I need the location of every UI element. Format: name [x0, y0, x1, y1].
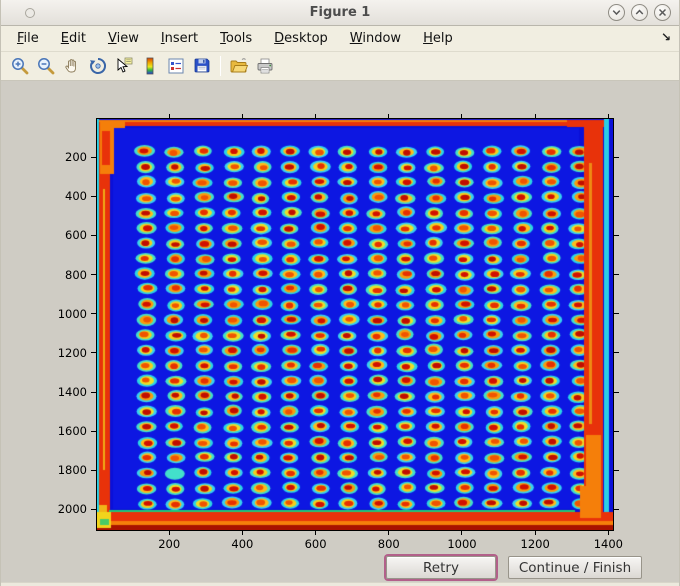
chevron-down-icon: [612, 10, 621, 16]
menu-window[interactable]: Window: [342, 28, 409, 49]
tick-mark: [91, 195, 96, 197]
save-floppy-icon: [194, 58, 210, 73]
tick-mark: [534, 531, 536, 535]
tick-label: 200: [158, 537, 181, 551]
pan-button[interactable]: [59, 54, 85, 78]
tick-label: 200: [65, 150, 87, 165]
tick-label: 800: [65, 267, 87, 282]
tick-mark: [91, 352, 96, 354]
tick-label: 600: [304, 537, 327, 551]
close-icon: [658, 8, 667, 17]
menu-help[interactable]: Help: [415, 28, 461, 49]
zoom-in-icon: [12, 58, 29, 75]
tick-mark: [168, 531, 170, 535]
data-cursor-button[interactable]: [111, 54, 137, 78]
tick-mark: [534, 114, 536, 118]
rotate-3d-button[interactable]: [85, 54, 111, 78]
tick-mark: [614, 313, 619, 315]
image-plot[interactable]: [96, 118, 614, 531]
tick-mark: [91, 156, 96, 158]
tick-label: 1000: [57, 306, 87, 321]
menu-insert[interactable]: Insert: [153, 28, 206, 49]
printer-icon: [257, 58, 273, 74]
tick-label: 1400: [57, 385, 87, 400]
tick-mark: [614, 469, 619, 471]
tick-mark: [91, 274, 96, 276]
tick-mark: [388, 531, 390, 535]
menu-view[interactable]: View: [100, 28, 147, 49]
tick-mark: [168, 114, 170, 118]
tick-mark: [614, 195, 619, 197]
save-figure-button[interactable]: [189, 54, 215, 78]
tick-mark: [315, 531, 317, 535]
tick-label: 1800: [57, 463, 87, 478]
legend-icon: [168, 58, 184, 74]
figure-canvas-area: 200 400 600 800 1000 1200 1400 200 400 600 800 1000…: [1, 81, 679, 582]
tick-label: 400: [231, 537, 254, 551]
insert-colorbar-button[interactable]: [137, 54, 163, 78]
rotate-3d-icon: [90, 57, 107, 74]
tick-mark: [241, 114, 243, 118]
menu-tools[interactable]: Tools: [212, 28, 260, 49]
zoom-in-button[interactable]: [7, 54, 33, 78]
heatmap-image[interactable]: [97, 119, 613, 530]
tick-label: 1200: [57, 345, 87, 360]
tick-mark: [91, 234, 96, 236]
tick-label: 1000: [447, 537, 477, 551]
maximize-button[interactable]: [631, 4, 648, 21]
tick-mark: [607, 114, 609, 118]
tick-mark: [614, 156, 619, 158]
menu-file[interactable]: File: [9, 28, 47, 49]
insert-legend-button[interactable]: [163, 54, 189, 78]
tick-mark: [315, 114, 317, 118]
tick-mark: [91, 313, 96, 315]
dock-figure-icon[interactable]: ↘: [661, 30, 671, 44]
titlebar[interactable]: Figure 1: [1, 0, 679, 26]
toolbar-separator: [220, 56, 221, 76]
tick-mark: [607, 531, 609, 535]
tick-mark: [614, 430, 619, 432]
tick-label: 600: [65, 228, 87, 243]
data-cursor-icon: [117, 57, 133, 73]
zoom-out-button[interactable]: [33, 54, 59, 78]
minimize-button[interactable]: [608, 4, 625, 21]
retry-button[interactable]: Retry: [386, 556, 496, 579]
pan-hand-icon: [65, 59, 76, 73]
menu-desktop[interactable]: Desktop: [266, 28, 336, 49]
close-button[interactable]: [654, 4, 671, 21]
tick-mark: [91, 469, 96, 471]
window-controls: [608, 4, 671, 21]
tick-mark: [241, 531, 243, 535]
tick-label: 400: [65, 189, 87, 204]
window-bottom-border: [1, 582, 679, 586]
continue-finish-button[interactable]: Continue / Finish: [508, 556, 642, 579]
tick-mark: [91, 508, 96, 510]
open-folder-icon: [230, 58, 249, 73]
figure-window: Figure 1 File Edit View Insert Tools Des…: [0, 0, 680, 586]
menu-edit[interactable]: Edit: [53, 28, 94, 49]
tick-mark: [461, 114, 463, 118]
colorbar-icon: [146, 57, 154, 75]
tick-mark: [461, 531, 463, 535]
tick-label: 1200: [520, 537, 550, 551]
toolbar: [1, 52, 679, 81]
tick-label: 2000: [57, 502, 87, 517]
zoom-out-icon: [38, 58, 55, 75]
tick-mark: [91, 391, 96, 393]
tick-label: 1400: [593, 537, 623, 551]
menubar: File Edit View Insert Tools Desktop Wind…: [1, 26, 679, 52]
window-title: Figure 1: [309, 5, 371, 20]
tick-mark: [614, 274, 619, 276]
tick-label: 1600: [57, 424, 87, 439]
tick-mark: [91, 430, 96, 432]
chevron-up-icon: [635, 9, 644, 15]
open-file-button[interactable]: [226, 54, 252, 78]
tick-mark: [614, 234, 619, 236]
tick-mark: [614, 391, 619, 393]
tick-mark: [614, 508, 619, 510]
print-figure-button[interactable]: [252, 54, 278, 78]
tick-mark: [388, 114, 390, 118]
tick-label: 800: [377, 537, 400, 551]
tick-mark: [614, 352, 619, 354]
